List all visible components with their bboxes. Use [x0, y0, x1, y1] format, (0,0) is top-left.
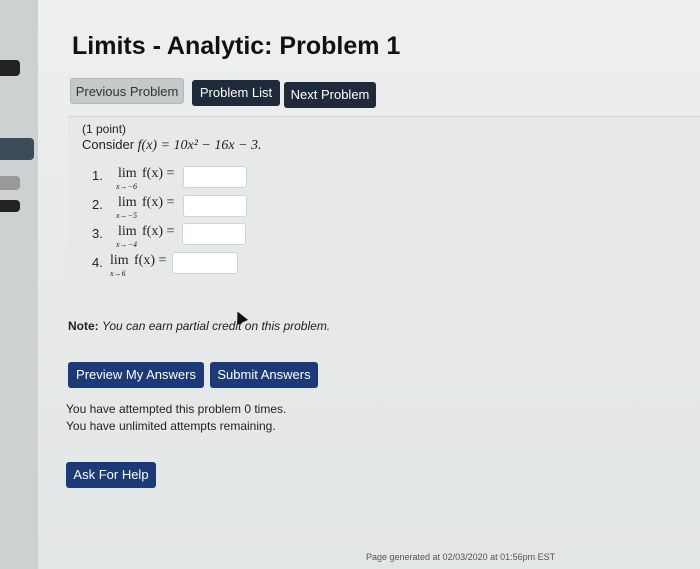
- consider-prefix: Consider: [82, 137, 138, 152]
- lim-operator: lim: [118, 224, 137, 239]
- problem-page: Limits - Analytic: Problem 1 Previous Pr…: [38, 0, 700, 569]
- partial-credit-note: Note: You can earn partial credit on thi…: [68, 319, 330, 333]
- previous-problem-button[interactable]: Previous Problem: [70, 78, 184, 104]
- function-definition: f(x) = 10x² − 16x − 3.: [137, 138, 262, 153]
- submit-answers-button[interactable]: Submit Answers: [210, 362, 318, 388]
- next-problem-button[interactable]: Next Problem: [284, 82, 376, 108]
- note-label: Note:: [68, 319, 99, 333]
- lim-operator: lim: [118, 166, 137, 181]
- limit-subscript: x→−4: [116, 240, 137, 249]
- attempts-remaining-text: You have unlimited attempts remaining.: [66, 419, 276, 433]
- preview-answers-button[interactable]: Preview My Answers: [68, 362, 204, 388]
- left-sidebar-strip: [0, 0, 38, 569]
- sidebar-block: [0, 60, 20, 76]
- sidebar-block[interactable]: [0, 138, 34, 160]
- problem-statement: Consider f(x) = 10x² − 16x − 3.: [82, 137, 262, 154]
- sidebar-block: [0, 200, 20, 212]
- limit-subscript: x→6: [110, 269, 126, 278]
- ask-for-help-button[interactable]: Ask For Help: [66, 462, 156, 488]
- answer-input-1[interactable]: [183, 166, 247, 188]
- answer-input-3[interactable]: [182, 223, 246, 245]
- answer-input-4[interactable]: [172, 252, 238, 274]
- page-generated-footer: Page generated at 02/03/2020 at 01:56pm …: [366, 552, 556, 562]
- answer-input-2[interactable]: [183, 195, 247, 217]
- sidebar-block: [0, 176, 20, 190]
- limit-subscript: x→−5: [116, 211, 137, 220]
- question-number: 1.: [92, 168, 103, 183]
- attempt-count-text: You have attempted this problem 0 times.: [66, 402, 287, 416]
- page-title: Limits - Analytic: Problem 1: [72, 32, 401, 60]
- points-label: (1 point): [82, 122, 127, 136]
- problem-list-button[interactable]: Problem List: [192, 80, 280, 106]
- limit-expression: f(x) =: [142, 166, 175, 181]
- limit-expression: f(x) =: [142, 195, 175, 210]
- lim-operator: lim: [118, 195, 137, 210]
- lim-operator: lim: [110, 253, 129, 268]
- question-number: 4.: [92, 255, 103, 270]
- limit-expression: f(x) =: [134, 253, 167, 268]
- limit-subscript: x→−6: [116, 182, 137, 191]
- limit-expression: f(x) =: [142, 224, 175, 239]
- question-number: 2.: [92, 197, 103, 212]
- note-text: You can earn partial credit on this prob…: [102, 319, 331, 333]
- question-number: 3.: [92, 226, 103, 241]
